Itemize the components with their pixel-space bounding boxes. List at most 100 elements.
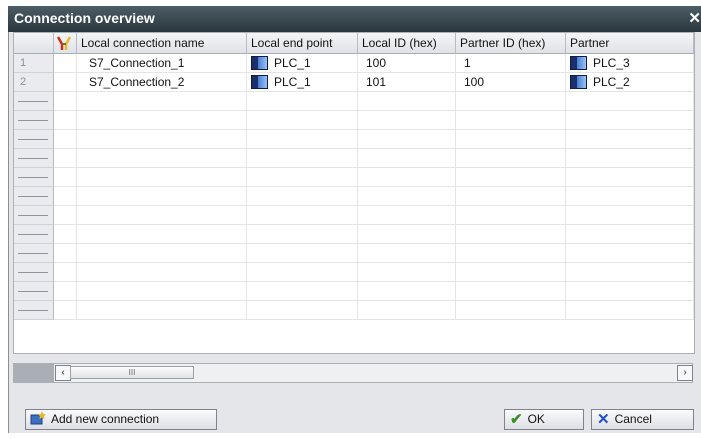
empty-table-cell[interactable] xyxy=(566,206,694,225)
empty-table-cell[interactable] xyxy=(54,206,77,225)
empty-table-cell[interactable] xyxy=(54,92,77,111)
empty-table-cell[interactable] xyxy=(358,282,456,301)
empty-table-cell[interactable] xyxy=(54,244,77,263)
empty-table-cell[interactable] xyxy=(247,92,358,111)
partner-id-cell[interactable]: 1 xyxy=(456,54,566,73)
empty-table-cell[interactable] xyxy=(77,149,247,168)
empty-table-cell[interactable] xyxy=(566,301,694,320)
empty-table-cell[interactable] xyxy=(566,187,694,206)
empty-table-cell[interactable] xyxy=(358,149,456,168)
local-end-point-cell[interactable]: PLC_1 xyxy=(247,54,358,73)
empty-table-cell[interactable] xyxy=(358,263,456,282)
empty-table-cell[interactable] xyxy=(54,111,77,130)
empty-table-cell[interactable] xyxy=(358,130,456,149)
partner-cell[interactable]: PLC_3 xyxy=(566,54,694,73)
empty-table-cell[interactable] xyxy=(54,282,77,301)
connection-name-cell[interactable]: S7_Connection_1 xyxy=(77,54,247,73)
empty-table-cell[interactable] xyxy=(456,282,566,301)
empty-table-cell[interactable] xyxy=(358,225,456,244)
connection-name-cell[interactable]: S7_Connection_2 xyxy=(77,73,247,92)
empty-table-cell[interactable] xyxy=(358,206,456,225)
empty-table-cell[interactable] xyxy=(247,244,358,263)
empty-table-cell[interactable] xyxy=(54,187,77,206)
empty-table-cell[interactable] xyxy=(77,130,247,149)
empty-table-cell[interactable] xyxy=(77,301,247,320)
empty-table-cell[interactable] xyxy=(247,282,358,301)
empty-table-cell[interactable] xyxy=(456,263,566,282)
empty-table-cell[interactable] xyxy=(456,168,566,187)
empty-table-cell[interactable] xyxy=(54,149,77,168)
empty-table-cell[interactable] xyxy=(456,130,566,149)
header-partner-id[interactable]: Partner ID (hex) xyxy=(456,33,566,54)
empty-table-cell[interactable] xyxy=(456,301,566,320)
empty-table-cell[interactable] xyxy=(247,111,358,130)
local-end-point-cell[interactable]: PLC_1 xyxy=(247,73,358,92)
empty-table-cell[interactable] xyxy=(77,168,247,187)
empty-table-cell[interactable] xyxy=(247,206,358,225)
empty-table-cell[interactable] xyxy=(456,244,566,263)
local-id-cell[interactable]: 101 xyxy=(358,73,456,92)
empty-table-cell[interactable] xyxy=(358,301,456,320)
empty-table-cell[interactable] xyxy=(77,263,247,282)
empty-table-cell[interactable] xyxy=(54,263,77,282)
connection-filter-icon[interactable] xyxy=(54,33,77,54)
table-cell xyxy=(54,54,77,73)
empty-table-cell[interactable] xyxy=(358,111,456,130)
header-local-id[interactable]: Local ID (hex) xyxy=(358,33,456,54)
empty-table-cell[interactable] xyxy=(247,225,358,244)
empty-table-cell[interactable] xyxy=(247,263,358,282)
empty-table-cell[interactable] xyxy=(247,187,358,206)
empty-table-cell[interactable] xyxy=(456,149,566,168)
add-connection-icon xyxy=(30,410,46,430)
local-id-cell[interactable]: 100 xyxy=(358,54,456,73)
empty-table-cell[interactable] xyxy=(54,168,77,187)
empty-table-cell[interactable] xyxy=(77,187,247,206)
empty-table-cell[interactable] xyxy=(77,92,247,111)
empty-table-cell[interactable] xyxy=(566,92,694,111)
empty-table-cell[interactable] xyxy=(358,168,456,187)
header-local-end-point[interactable]: Local end point xyxy=(247,33,358,54)
horizontal-scrollbar[interactable]: ‹ III › xyxy=(13,363,693,383)
empty-table-cell[interactable] xyxy=(247,130,358,149)
empty-table-cell[interactable] xyxy=(77,111,247,130)
cancel-button[interactable]: ✕ Cancel xyxy=(591,409,694,430)
empty-table-cell[interactable] xyxy=(456,111,566,130)
empty-table-cell[interactable] xyxy=(77,244,247,263)
header-local-connection-name[interactable]: Local connection name xyxy=(77,33,247,54)
scroll-right-button[interactable]: › xyxy=(677,365,693,381)
empty-table-cell[interactable] xyxy=(566,168,694,187)
scroll-thumb[interactable]: III xyxy=(70,366,194,379)
plc-device-icon xyxy=(570,74,587,89)
empty-table-cell[interactable] xyxy=(566,111,694,130)
empty-table-cell[interactable] xyxy=(456,92,566,111)
empty-table-cell[interactable] xyxy=(247,168,358,187)
empty-table-cell[interactable] xyxy=(456,187,566,206)
empty-table-cell[interactable] xyxy=(566,225,694,244)
empty-table-cell[interactable] xyxy=(358,92,456,111)
empty-table-cell[interactable] xyxy=(247,301,358,320)
empty-table-cell[interactable] xyxy=(358,244,456,263)
partner-id-cell[interactable]: 100 xyxy=(456,73,566,92)
scroll-left-button[interactable]: ‹ xyxy=(55,365,71,381)
close-icon[interactable]: ✕ xyxy=(688,9,701,27)
partner-cell[interactable]: PLC_2 xyxy=(566,73,694,92)
empty-table-cell[interactable] xyxy=(358,187,456,206)
empty-table-cell[interactable] xyxy=(77,206,247,225)
empty-table-cell[interactable] xyxy=(456,206,566,225)
empty-table-cell[interactable] xyxy=(566,282,694,301)
empty-table-cell[interactable] xyxy=(566,149,694,168)
empty-table-cell[interactable] xyxy=(77,225,247,244)
add-new-connection-button[interactable]: Add new connection xyxy=(25,409,217,430)
empty-table-cell[interactable] xyxy=(77,282,247,301)
plc-device-icon xyxy=(570,55,587,70)
empty-table-cell[interactable] xyxy=(566,263,694,282)
empty-table-cell[interactable] xyxy=(54,301,77,320)
empty-table-cell[interactable] xyxy=(566,244,694,263)
empty-table-cell[interactable] xyxy=(566,130,694,149)
empty-table-cell[interactable] xyxy=(456,225,566,244)
header-partner[interactable]: Partner xyxy=(566,33,694,54)
empty-table-cell[interactable] xyxy=(247,149,358,168)
empty-table-cell[interactable] xyxy=(54,130,77,149)
ok-button[interactable]: ✔ OK xyxy=(504,409,584,430)
empty-table-cell[interactable] xyxy=(54,225,77,244)
